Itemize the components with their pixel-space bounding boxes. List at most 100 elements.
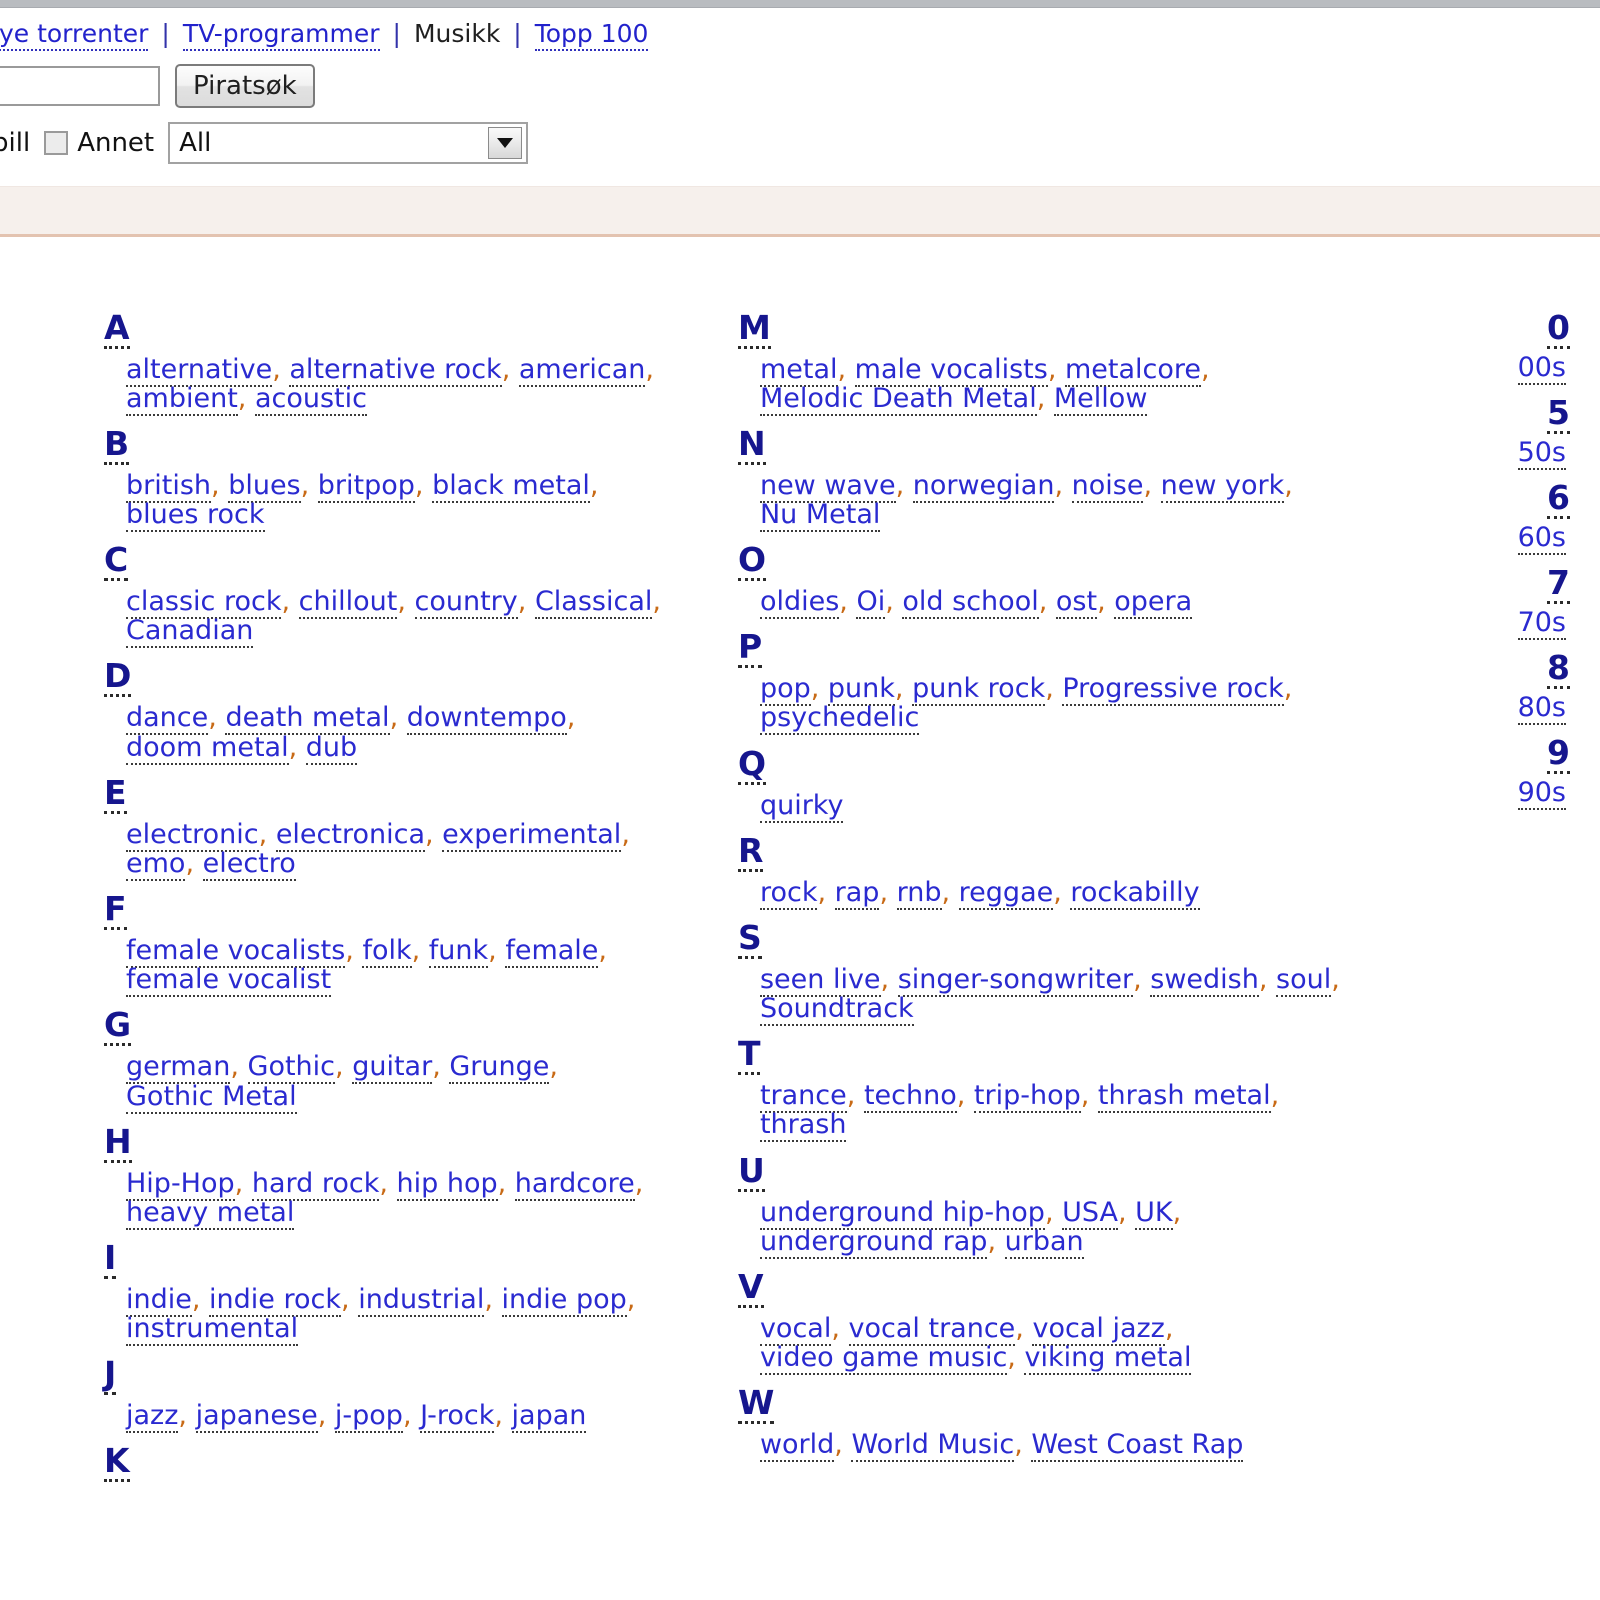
tag-link-classic-rock[interactable]: classic rock xyxy=(126,586,282,620)
tag-link-blues[interactable]: blues xyxy=(228,469,301,503)
nav-link-topp-100[interactable]: Topp 100 xyxy=(534,19,649,51)
tag-link-reggae[interactable]: reggae xyxy=(958,876,1054,910)
tag-link-urban[interactable]: urban xyxy=(1004,1225,1084,1259)
tag-link-oi[interactable]: Oi xyxy=(856,586,886,620)
tag-link-j-pop[interactable]: j-pop xyxy=(334,1400,403,1434)
tag-link-usa[interactable]: USA xyxy=(1062,1196,1118,1230)
tag-link-opera[interactable]: opera xyxy=(1114,586,1193,620)
tag-link-singer-songwriter[interactable]: singer-songwriter xyxy=(897,963,1134,997)
tag-link-canadian[interactable]: Canadian xyxy=(126,615,254,649)
tag-link-metal[interactable]: metal xyxy=(759,353,838,387)
tag-link-norwegian[interactable]: norwegian xyxy=(912,469,1055,503)
tag-link-japan[interactable]: japan xyxy=(511,1400,587,1434)
tag-link-west-coast-rap[interactable]: West Coast Rap xyxy=(1031,1429,1244,1463)
tag-link-punk[interactable]: punk xyxy=(827,673,895,707)
tag-link-vocal-trance[interactable]: vocal trance xyxy=(848,1312,1016,1346)
tag-link-metalcore[interactable]: metalcore xyxy=(1065,353,1202,387)
tag-link-electronic[interactable]: electronic xyxy=(126,818,259,852)
tag-link-thrash-metal[interactable]: thrash metal xyxy=(1097,1080,1271,1114)
tag-link-swedish[interactable]: swedish xyxy=(1150,963,1259,997)
tag-link-underground-rap[interactable]: underground rap xyxy=(759,1225,988,1259)
tag-link-techno[interactable]: techno xyxy=(863,1080,957,1114)
tag-link-chillout[interactable]: chillout xyxy=(298,586,398,620)
tag-link-gothic[interactable]: Gothic xyxy=(247,1051,336,1085)
tag-link-german[interactable]: german xyxy=(126,1051,231,1085)
tag-link-emo[interactable]: emo xyxy=(126,847,186,881)
tag-link-hip-hop[interactable]: Hip-Hop xyxy=(126,1167,235,1201)
tag-link-female-vocalists[interactable]: female vocalists xyxy=(126,935,346,969)
tag-link-downtempo[interactable]: downtempo xyxy=(406,702,567,736)
tag-link-indie-pop[interactable]: indie pop xyxy=(501,1284,627,1317)
tag-link-progressive-rock[interactable]: Progressive rock xyxy=(1062,673,1284,707)
tag-link-00s[interactable]: 00s xyxy=(1517,351,1567,385)
tag-link-nu-metal[interactable]: Nu Metal xyxy=(759,498,881,532)
tag-link-new-york[interactable]: new york xyxy=(1160,469,1285,503)
tag-link-guitar[interactable]: guitar xyxy=(352,1051,433,1085)
tag-link-vocal-jazz[interactable]: vocal jazz xyxy=(1032,1312,1165,1346)
tag-link-psychedelic[interactable]: psychedelic xyxy=(759,702,920,736)
tag-link-rock[interactable]: rock xyxy=(759,876,818,910)
tag-link-oldies[interactable]: oldies xyxy=(759,586,840,620)
category-select[interactable]: All xyxy=(168,121,529,164)
tag-link-ost[interactable]: ost xyxy=(1055,586,1098,620)
tag-link-dance[interactable]: dance xyxy=(126,702,209,736)
tag-link-blues-rock[interactable]: blues rock xyxy=(126,498,265,532)
tag-link-acoustic[interactable]: acoustic xyxy=(254,382,367,416)
search-button[interactable]: Piratsøk xyxy=(175,63,315,108)
tag-link-electronica[interactable]: electronica xyxy=(275,818,425,852)
tag-link-rockabilly[interactable]: rockabilly xyxy=(1070,876,1200,910)
tag-link-mellow[interactable]: Mellow xyxy=(1053,382,1148,416)
tag-link-dub[interactable]: dub xyxy=(305,731,358,765)
tag-link-old-school[interactable]: old school xyxy=(902,586,1039,620)
tag-link-jazz[interactable]: jazz xyxy=(126,1400,179,1434)
tag-link-industrial[interactable]: industrial xyxy=(358,1284,485,1317)
tag-link-british[interactable]: british xyxy=(126,469,212,503)
tag-link-world[interactable]: world xyxy=(759,1429,835,1463)
tag-link-alternative-rock[interactable]: alternative rock xyxy=(289,353,502,387)
chevron-down-icon[interactable] xyxy=(488,126,523,159)
tag-link-indie-rock[interactable]: indie rock xyxy=(209,1284,342,1317)
tag-link-heavy-metal[interactable]: heavy metal xyxy=(126,1196,295,1230)
tag-link-quirky[interactable]: quirky xyxy=(759,789,844,823)
tag-link-doom-metal[interactable]: doom metal xyxy=(126,731,289,765)
tag-link-alternative[interactable]: alternative xyxy=(126,353,273,387)
tag-link-video-game-music[interactable]: video game music xyxy=(759,1342,1008,1375)
search-input[interactable] xyxy=(0,65,160,106)
tag-link-grunge[interactable]: Grunge xyxy=(449,1051,550,1085)
tag-link-folk[interactable]: folk xyxy=(362,935,412,969)
tag-link-country[interactable]: country xyxy=(414,586,518,620)
tag-link-vocal[interactable]: vocal xyxy=(759,1312,832,1346)
tag-link-classical[interactable]: Classical xyxy=(534,586,653,620)
tag-link-japanese[interactable]: japanese xyxy=(195,1400,318,1434)
tag-link-female[interactable]: female xyxy=(505,935,599,969)
tag-link-50s[interactable]: 50s xyxy=(1517,436,1567,470)
tag-link-noise[interactable]: noise xyxy=(1071,469,1144,503)
tag-link-indie[interactable]: indie xyxy=(126,1284,192,1317)
tag-link-80s[interactable]: 80s xyxy=(1517,692,1567,726)
tag-link-experimental[interactable]: experimental xyxy=(442,818,622,852)
tag-link-rap[interactable]: rap xyxy=(834,876,880,910)
tag-link-hip-hop[interactable]: hip hop xyxy=(396,1167,498,1201)
annet-checkbox[interactable] xyxy=(44,130,69,155)
tag-link-melodic-death-metal[interactable]: Melodic Death Metal xyxy=(759,382,1037,416)
tag-link-soundtrack[interactable]: Soundtrack xyxy=(759,993,914,1027)
tag-link-female-vocalist[interactable]: female vocalist xyxy=(126,964,332,998)
tag-link-electro[interactable]: electro xyxy=(202,847,296,881)
tag-link-seen-live[interactable]: seen live xyxy=(759,963,881,997)
tag-link-punk-rock[interactable]: punk rock xyxy=(912,673,1046,707)
tag-link-trance[interactable]: trance xyxy=(759,1080,847,1114)
tag-link-funk[interactable]: funk xyxy=(428,935,489,969)
nav-link-nye-torrenter[interactable]: lye torrenter xyxy=(0,19,149,51)
tag-link-hard-rock[interactable]: hard rock xyxy=(251,1167,380,1201)
tag-link-death-metal[interactable]: death metal xyxy=(225,702,390,736)
tag-link-instrumental[interactable]: instrumental xyxy=(126,1313,299,1347)
tag-link-hardcore[interactable]: hardcore xyxy=(514,1167,635,1201)
tag-link-60s[interactable]: 60s xyxy=(1517,521,1567,555)
tag-link-thrash[interactable]: thrash xyxy=(759,1109,847,1143)
tag-link-90s[interactable]: 90s xyxy=(1517,777,1567,811)
tag-link-70s[interactable]: 70s xyxy=(1517,606,1567,640)
nav-link-tv-programmer[interactable]: TV-programmer xyxy=(182,19,380,51)
tag-link-britpop[interactable]: britpop xyxy=(317,469,415,503)
tag-link-black-metal[interactable]: black metal xyxy=(432,469,590,503)
tag-link-soul[interactable]: soul xyxy=(1276,963,1332,997)
